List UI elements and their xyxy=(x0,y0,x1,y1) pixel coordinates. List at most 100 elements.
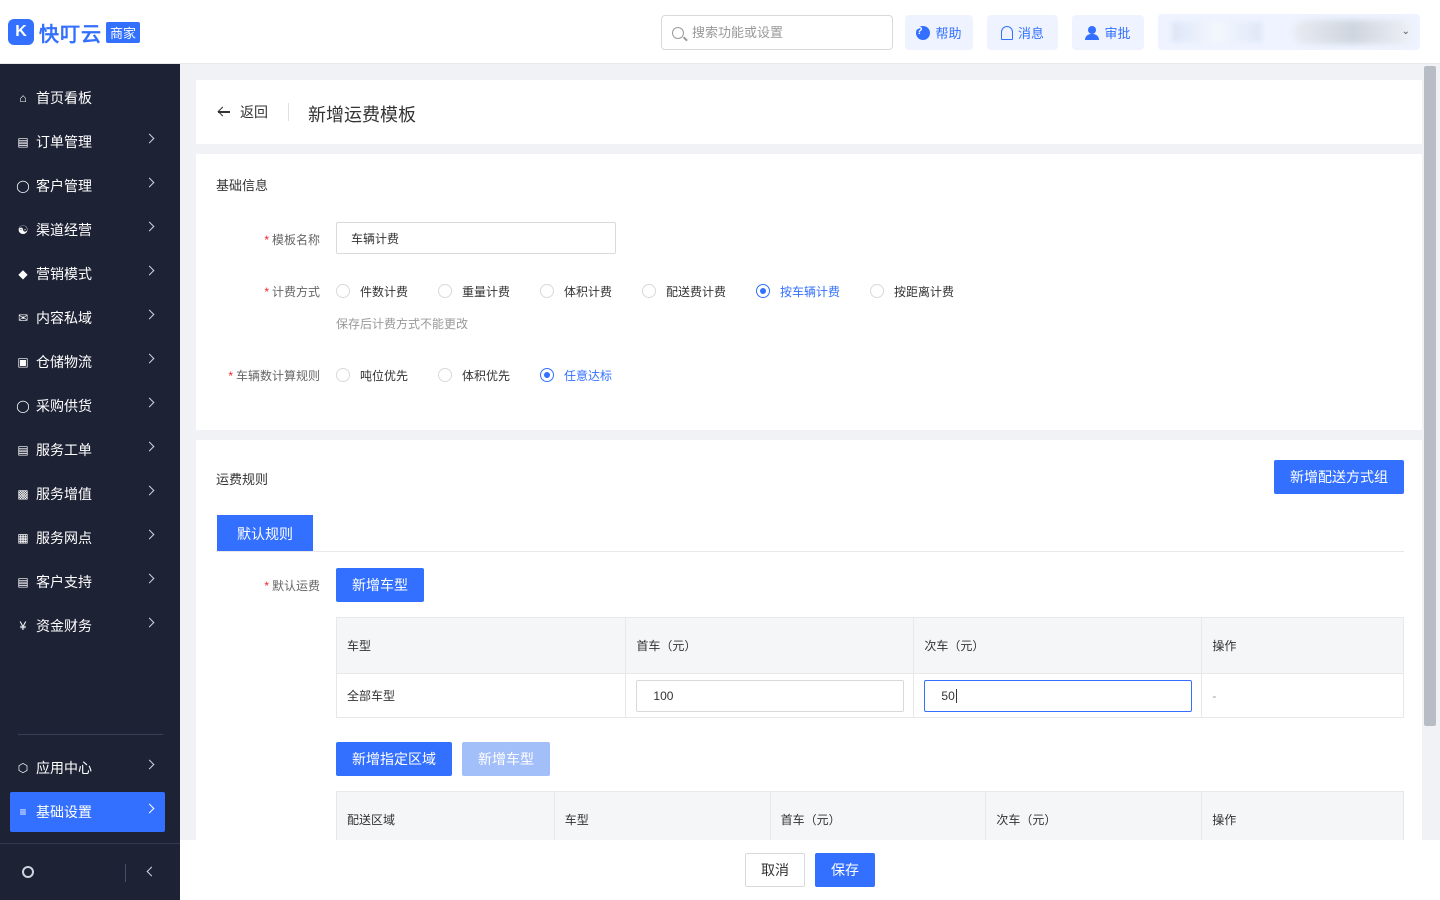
add-delivery-group-button[interactable]: 新增配送方式组 xyxy=(1274,460,1404,494)
sidebar-item-app-center[interactable]: ⬡ 应用中心 xyxy=(10,748,165,788)
template-name-label-text: 模板名称 xyxy=(271,233,320,247)
logo-text: 快叮云 xyxy=(39,23,102,46)
sidebar-item-orders[interactable]: ▤ 订单管理 xyxy=(10,122,165,162)
radio-label: 按车辆计费 xyxy=(780,284,841,299)
sidebar-item-label: 资金财务 xyxy=(36,618,92,634)
tab-default-rule[interactable]: 默认规则 xyxy=(217,515,313,552)
radio-circle xyxy=(642,284,656,298)
radio-rule-any[interactable]: 任意达标 xyxy=(540,367,612,383)
support-icon: ▤ xyxy=(17,575,29,589)
sidebar-item-label: 仓储物流 xyxy=(36,354,92,370)
sidebar: ⌂ 首页看板 ▤ 订单管理 ◯ 客户管理 ☯ 渠道经营 ◆ 营销模式 ✉ 内容私… xyxy=(0,64,180,900)
channel-icon: ☯ xyxy=(17,223,29,237)
cube-icon: ⬡ xyxy=(17,761,29,775)
column-header: 首车（元） xyxy=(625,617,915,674)
blurred-avatar xyxy=(1293,20,1413,44)
radio-rule-volume[interactable]: 体积优先 xyxy=(438,367,510,383)
chevron-right-icon xyxy=(144,265,155,276)
chevron-right-icon xyxy=(144,397,155,408)
sidebar-item-outlets[interactable]: ▦ 服务网点 xyxy=(10,518,165,558)
cancel-button[interactable]: 取消 xyxy=(745,853,805,887)
radio-billing-piece[interactable]: 件数计费 xyxy=(336,283,408,299)
template-name-input[interactable]: 车辆计费 xyxy=(336,222,616,254)
first-vehicle-price-input[interactable]: 100 xyxy=(636,679,905,712)
back-button[interactable]: 返回 xyxy=(218,102,268,122)
basic-info-section: 基础信息 * 模板名称 车辆计费 * 计费方式 件数计费 重量计费 体积计费 配送费… xyxy=(196,154,1422,430)
section-title: 基础信息 xyxy=(216,178,269,193)
sidebar-item-channels[interactable]: ☯ 渠道经营 xyxy=(10,210,165,250)
sidebar-item-label: 服务网点 xyxy=(36,530,92,546)
sidebar-item-warehouse[interactable]: ▣ 仓储物流 xyxy=(10,342,165,382)
vertical-scrollbar[interactable] xyxy=(1424,66,1436,726)
column-header: 次车（元） xyxy=(913,617,1203,674)
user-account-menu[interactable]: ⌄ xyxy=(1158,14,1420,50)
default-fee-label-text: 默认运费 xyxy=(271,579,320,593)
column-header: 操作 xyxy=(1201,617,1404,674)
sidebar-item-label: 订单管理 xyxy=(36,134,92,150)
search-input[interactable] xyxy=(692,25,872,40)
sidebar-item-value-added[interactable]: ▩ 服务增值 xyxy=(10,474,165,514)
sidebar-item-label: 客户管理 xyxy=(36,178,92,194)
gear-icon[interactable] xyxy=(22,866,34,878)
radio-billing-distance[interactable]: 按距离计费 xyxy=(870,283,954,299)
settings-list-icon: ≡ xyxy=(19,805,27,819)
search-box[interactable] xyxy=(661,15,893,50)
chevron-right-icon xyxy=(144,573,155,584)
sidebar-item-finance[interactable]: ¥ 资金财务 xyxy=(10,606,165,646)
sidebar-item-basic-settings[interactable]: ≡ 基础设置 xyxy=(10,792,165,832)
radio-label: 重量计费 xyxy=(462,284,511,299)
radio-label: 按距离计费 xyxy=(894,284,955,299)
sidebar-item-content[interactable]: ✉ 内容私域 xyxy=(10,298,165,338)
default-fee-label: * 默认运费 xyxy=(264,577,320,594)
sidebar-item-support[interactable]: ▤ 客户支持 xyxy=(10,562,165,602)
top-header: K 快叮云 商家 ? 帮助 消息 审批 ⌄ xyxy=(0,0,1440,64)
sidebar-item-label: 采购供货 xyxy=(36,398,92,414)
first-vehicle-cell: 100 xyxy=(625,673,915,718)
next-vehicle-price-input[interactable]: 50 xyxy=(924,679,1193,712)
radio-label: 任意达标 xyxy=(564,368,613,383)
chevron-right-icon xyxy=(144,177,155,188)
save-button[interactable]: 保存 xyxy=(815,853,875,887)
approval-user-icon xyxy=(1085,25,1100,40)
sidebar-item-home[interactable]: ⌂ 首页看板 xyxy=(10,78,165,118)
bell-icon xyxy=(1000,25,1013,40)
brand-logo[interactable]: K 快叮云 商家 xyxy=(8,18,141,46)
help-icon: ? xyxy=(916,25,931,40)
collapse-sidebar-icon[interactable] xyxy=(146,866,157,877)
store-icon: ▦ xyxy=(17,531,29,545)
radio-billing-weight[interactable]: 重量计费 xyxy=(438,283,510,299)
help-button[interactable]: ? 帮助 xyxy=(905,15,973,50)
approval-button[interactable]: 审批 xyxy=(1072,15,1144,50)
sidebar-item-marketing[interactable]: ◆ 营销模式 xyxy=(10,254,165,294)
radio-label: 件数计费 xyxy=(360,284,409,299)
radio-circle xyxy=(756,284,770,298)
sidebar-item-label: 应用中心 xyxy=(36,760,92,776)
sidebar-item-tickets[interactable]: ▤ 服务工单 xyxy=(10,430,165,470)
table-header-row: 车型 首车（元） 次车（元） 操作 xyxy=(335,617,1404,674)
add-region-button[interactable]: 新增指定区域 xyxy=(336,742,452,776)
help-label: 帮助 xyxy=(935,26,962,41)
yen-icon: ¥ xyxy=(19,619,27,633)
purchase-icon: ◯ xyxy=(16,399,30,413)
sidebar-item-customers[interactable]: ◯ 客户管理 xyxy=(10,166,165,206)
sidebar-item-purchase[interactable]: ◯ 采购供货 xyxy=(10,386,165,426)
radio-billing-volume[interactable]: 体积计费 xyxy=(540,283,612,299)
search-icon xyxy=(672,26,684,39)
order-icon: ▤ xyxy=(17,135,29,149)
radio-rule-tonnage[interactable]: 吨位优先 xyxy=(336,367,408,383)
radio-billing-delivery-fee[interactable]: 配送费计费 xyxy=(642,283,726,299)
radio-label: 体积计费 xyxy=(564,284,613,299)
logo-mark-icon: K xyxy=(8,19,34,45)
tab-underline xyxy=(216,551,1404,552)
chevron-right-icon xyxy=(144,309,155,320)
messages-button[interactable]: 消息 xyxy=(987,15,1058,50)
radio-circle xyxy=(870,284,884,298)
add-vehicle-type-button[interactable]: 新增车型 xyxy=(336,568,424,602)
vehicle-type-cell: 全部车型 xyxy=(335,673,627,718)
required-mark: * xyxy=(264,579,269,593)
radio-billing-vehicle[interactable]: 按车辆计费 xyxy=(756,283,840,299)
divider xyxy=(288,103,289,121)
vehicle-rule-label: * 车辆数计算规则 xyxy=(228,367,320,384)
gift-icon: ▩ xyxy=(17,487,29,501)
page-header: 返回 新增运费模板 xyxy=(196,80,1422,144)
